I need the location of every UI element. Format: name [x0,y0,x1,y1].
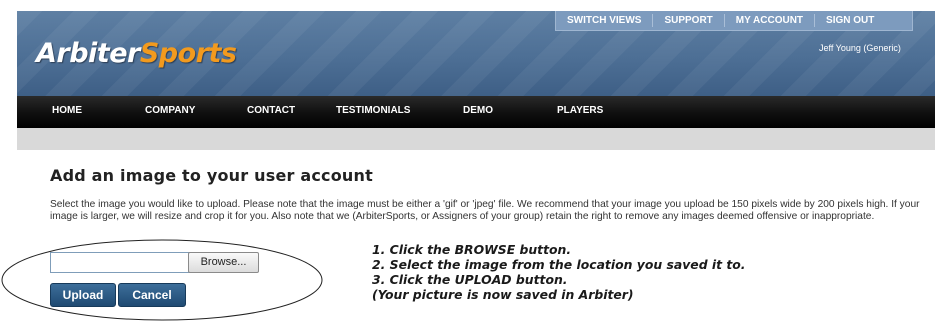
cancel-button[interactable]: Cancel [118,283,186,307]
instruction-note: (Your picture is now saved in Arbiter) [372,287,634,302]
instruction-step-1: 1. Click the BROWSE button. [372,242,572,257]
upload-instructions: 1. Click the BROWSE button. 2. Select th… [372,242,746,302]
instruction-step-3: 3. Click the UPLOAD button. [372,272,568,287]
file-path-input[interactable] [50,252,193,273]
instruction-step-2: 2. Select the image from the location yo… [372,257,746,272]
browse-button[interactable]: Browse... [188,252,259,273]
upload-button[interactable]: Upload [50,283,116,307]
